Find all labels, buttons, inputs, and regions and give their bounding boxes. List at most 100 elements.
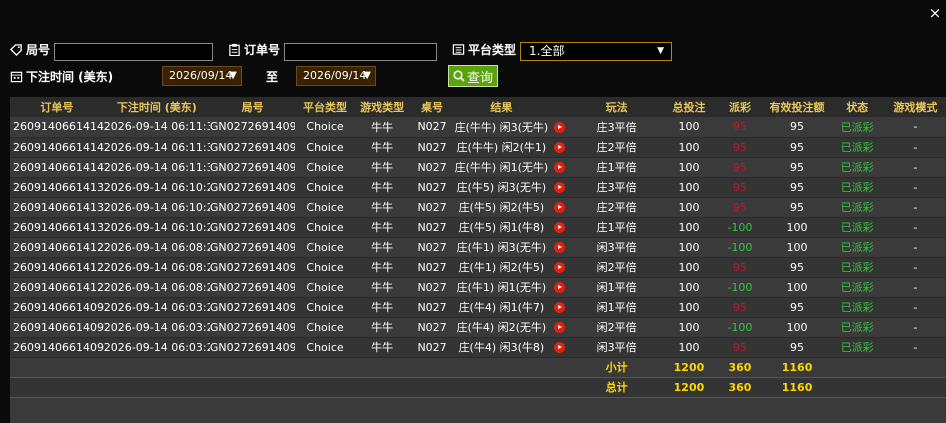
- date-from-picker[interactable]: 2026/09/14 ▼: [162, 66, 242, 86]
- play-icon[interactable]: [554, 302, 565, 313]
- empty-cell: [884, 377, 946, 398]
- bet-time-cell: 2026-09-14 06:03:23: [103, 317, 210, 338]
- round-no-cell: GN0272691409M: [209, 257, 296, 278]
- play-icon[interactable]: [554, 202, 565, 213]
- bet-records-table: 订单号 下注时间 (美东) 局号 平台类型 游戏类型 桌号 结果 玩法 总投注 派彩 有效投注额 状态…: [10, 97, 946, 423]
- play-type-cell: 庄1平倍: [570, 157, 663, 178]
- date-from-value: 2026/09/14: [169, 69, 233, 82]
- play-icon[interactable]: [554, 242, 565, 253]
- valid-bet-cell: 95: [764, 157, 830, 178]
- valid-bet-cell: 95: [764, 257, 830, 278]
- video-cell[interactable]: [548, 177, 571, 198]
- video-cell[interactable]: [548, 117, 571, 138]
- empty-cell: [10, 357, 104, 378]
- play-icon[interactable]: [554, 322, 565, 333]
- play-type-cell: 庄1平倍: [570, 217, 663, 238]
- game-mode-cell: -: [884, 137, 946, 158]
- total-bet-cell: 100: [662, 297, 716, 318]
- round-input[interactable]: [54, 43, 213, 61]
- valid-bet-cell: 100: [764, 277, 830, 298]
- status-cell: 已派彩: [829, 137, 885, 158]
- platform-label-group: 平台类型: [452, 41, 516, 58]
- table-no-cell: N027: [409, 157, 455, 178]
- result-cell: 庄(牛牛) 闲2(牛1): [454, 137, 549, 158]
- filter-bar: 局号 订单号 平台类型 1.全部 ▼ 下注时间 (美东) 2026/09/14 …: [0, 0, 946, 96]
- table-no-cell: N027: [409, 177, 455, 198]
- total-row: 总计 1200 360 1160: [10, 377, 946, 398]
- chevron-down-icon: ▼: [657, 46, 664, 56]
- payout-cell: -100: [715, 277, 765, 298]
- play-icon[interactable]: [554, 262, 565, 273]
- table-no-cell: N027: [409, 137, 455, 158]
- video-cell[interactable]: [548, 297, 571, 318]
- col-round-no-header: 局号: [209, 97, 296, 117]
- video-cell[interactable]: [548, 217, 571, 238]
- bet-time-cell: 2026-09-14 06:11:30: [103, 137, 210, 158]
- col-order-no-header: 订单号: [10, 97, 104, 117]
- table-header-row: 订单号 下注时间 (美东) 局号 平台类型 游戏类型 桌号 结果 玩法 总投注 派彩 有效投注额 状态…: [10, 97, 946, 117]
- platform-select[interactable]: 1.全部 ▼: [520, 42, 672, 61]
- video-cell[interactable]: [548, 157, 571, 178]
- play-type-cell: 庄3平倍: [570, 177, 663, 198]
- game-mode-cell: -: [884, 297, 946, 318]
- col-game-mode-header: 游戏模式: [884, 97, 946, 117]
- video-cell[interactable]: [548, 137, 571, 158]
- calendar-icon: [10, 71, 23, 83]
- table-no-cell: N027: [409, 317, 455, 338]
- total-bet-cell: 100: [662, 197, 716, 218]
- play-icon[interactable]: [554, 222, 565, 233]
- play-type-cell: 闲2平倍: [570, 317, 663, 338]
- order-no-cell: 260914066140908: [10, 337, 104, 358]
- video-cell[interactable]: [548, 237, 571, 258]
- status-cell: 已派彩: [829, 237, 885, 258]
- empty-cell: [409, 357, 455, 378]
- order-no-cell: 260914066141214: [10, 257, 104, 278]
- table-row: 2609140661412152026-09-14 06:08:21GN0272…: [10, 237, 946, 258]
- bet-time-cell: 2026-09-14 06:03:23: [103, 337, 210, 358]
- col-valid-bet-header: 有效投注额: [764, 97, 830, 117]
- list-icon: [452, 44, 465, 55]
- video-cell[interactable]: [548, 257, 571, 278]
- status-cell: 已派彩: [829, 197, 885, 218]
- play-icon[interactable]: [554, 142, 565, 153]
- result-cell: 庄(牛4) 闲1(牛7): [454, 297, 549, 318]
- query-button[interactable]: 查询: [448, 65, 498, 87]
- round-no-cell: GN0272691409P: [209, 157, 296, 178]
- bet-time-cell: 2026-09-14 06:03:23: [103, 297, 210, 318]
- round-no-cell: GN0272691409M: [209, 277, 296, 298]
- play-icon[interactable]: [554, 121, 565, 133]
- game-type-cell: 牛牛: [354, 197, 410, 218]
- payout-cell: 95: [715, 297, 765, 318]
- video-cell[interactable]: [548, 317, 571, 338]
- table-row: 2609140661414642026-09-14 06:11:30GN0272…: [10, 117, 946, 138]
- tag-icon: [10, 44, 22, 56]
- order-input[interactable]: [284, 43, 437, 61]
- platform-cell: Choice: [295, 277, 355, 298]
- play-icon[interactable]: [554, 162, 565, 173]
- video-cell[interactable]: [548, 277, 571, 298]
- game-type-cell: 牛牛: [354, 217, 410, 238]
- game-type-cell: 牛牛: [354, 177, 410, 198]
- game-type-cell: 牛牛: [354, 137, 410, 158]
- round-no-cell: GN0272691409O: [209, 197, 296, 218]
- col-play-type-header: 玩法: [570, 97, 663, 117]
- status-cell: 已派彩: [829, 117, 885, 138]
- empty-cell: [829, 357, 885, 378]
- play-icon[interactable]: [554, 182, 565, 193]
- date-to-picker[interactable]: 2026/09/14 ▼: [296, 66, 376, 86]
- round-no-cell: GN0272691409P: [209, 137, 296, 158]
- game-type-cell: 牛牛: [354, 237, 410, 258]
- empty-cell: [103, 377, 210, 398]
- platform-cell: Choice: [295, 257, 355, 278]
- order-label-group: 订单号: [228, 41, 280, 58]
- valid-bet-cell: 100: [764, 217, 830, 238]
- round-no-cell: GN0272691409H: [209, 317, 296, 338]
- bet-time-label: 下注时间 (美东): [26, 70, 114, 84]
- play-icon[interactable]: [554, 342, 565, 353]
- video-cell[interactable]: [548, 197, 571, 218]
- chevron-down-icon: ▼: [363, 70, 371, 81]
- play-icon[interactable]: [554, 282, 565, 293]
- valid-bet-cell: 95: [764, 137, 830, 158]
- video-cell[interactable]: [548, 337, 571, 358]
- table-row: 2609140661414622026-09-14 06:11:30GN0272…: [10, 157, 946, 178]
